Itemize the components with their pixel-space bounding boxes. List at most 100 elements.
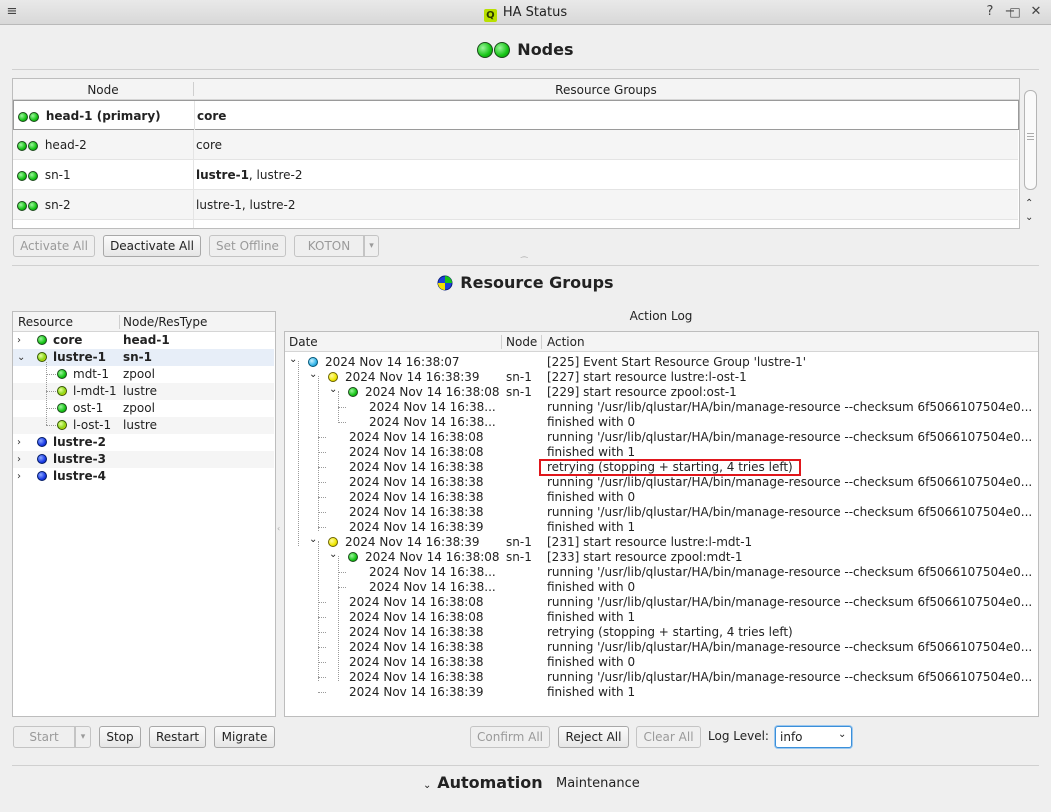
log-row[interactable]: 2024 Nov 14 16:38:08 finished with 1 (285, 445, 1035, 460)
log-date: 2024 Nov 14 16:38:39 (349, 520, 484, 534)
log-row[interactable]: 2024 Nov 14 16:38:38 finished with 0 (285, 490, 1035, 505)
maximize-icon[interactable]: □ (1007, 4, 1023, 20)
start-dropdown-icon[interactable]: ▾ (75, 726, 91, 748)
column-header-action[interactable]: Action (547, 335, 585, 349)
node-row-head-1[interactable]: head-1 (primary) core (13, 100, 1019, 131)
resource-tree-row[interactable]: l-ost-1 lustre (13, 417, 274, 434)
log-date: 2024 Nov 14 16:38... (369, 565, 496, 579)
column-header-node[interactable]: Node (506, 335, 537, 349)
log-row[interactable]: 2024 Nov 14 16:38:38 retrying (stopping +… (285, 625, 1035, 640)
node-row-sn-2[interactable]: sn-2 lustre-1, lustre-2 (13, 190, 1018, 220)
collapse-arrow-icon[interactable]: ⌄ (309, 532, 317, 547)
collapse-arrow-icon[interactable]: ⌄ (329, 547, 337, 562)
log-row[interactable]: 2024 Nov 14 16:38:38 running '/usr/lib/ql… (285, 670, 1035, 685)
resource-name: ost-1 (73, 401, 104, 415)
resource-tree-row[interactable]: › lustre-3 (13, 451, 274, 468)
log-row[interactable]: 2024 Nov 14 16:38... finished with 0 (285, 580, 1035, 595)
clear-all-button[interactable]: Clear All (636, 726, 701, 748)
column-header-date[interactable]: Date (289, 335, 318, 349)
koton-dropdown-icon[interactable]: ▾ (364, 235, 379, 257)
splitter-handle-vertical[interactable]: ‹ (277, 524, 281, 533)
resource-tree-row[interactable]: ost-1 zpool (13, 400, 274, 417)
scrollbar-handle[interactable] (1024, 90, 1037, 190)
log-row[interactable]: 2024 Nov 14 16:38:38 running '/usr/lib/ql… (285, 505, 1035, 520)
migrate-button[interactable]: Migrate (214, 726, 275, 748)
log-action: retrying (stopping + starting, 4 tries l… (547, 625, 793, 639)
resource-type: zpool (123, 367, 155, 381)
log-row[interactable]: 2024 Nov 14 16:38:38 running '/usr/lib/ql… (285, 640, 1035, 655)
resource-tree-row[interactable]: l-mdt-1 lustre (13, 383, 274, 400)
resource-tree-row[interactable]: mdt-1 zpool (13, 366, 274, 383)
nodes-scrollbar[interactable]: ⌃ ⌄ (1022, 78, 1039, 229)
log-node: sn-1 (506, 385, 532, 399)
close-icon[interactable]: ✕ (1028, 4, 1044, 20)
action-log-title: Action Log (629, 309, 693, 323)
log-action: finished with 0 (547, 655, 636, 669)
log-date: 2024 Nov 14 16:38:38 (349, 460, 484, 474)
collapse-arrow-icon[interactable]: ⌄ (309, 367, 317, 382)
log-row[interactable]: 2024 Nov 14 16:38:08 finished with 1 (285, 610, 1035, 625)
expand-arrow-icon[interactable]: › (17, 451, 21, 468)
node-row-head-2[interactable]: head-2 core (13, 130, 1018, 160)
koton-button[interactable]: KOTON (294, 235, 364, 257)
confirm-all-button[interactable]: Confirm All (470, 726, 550, 748)
automation-toggle[interactable]: ⌄ Automation (423, 773, 543, 792)
log-row[interactable]: 2024 Nov 14 16:38... finished with 0 (285, 415, 1035, 430)
expand-arrow-icon[interactable]: › (17, 434, 21, 451)
collapse-arrow-icon[interactable]: ⌄ (289, 352, 297, 367)
expand-arrow-icon[interactable]: › (17, 332, 21, 349)
log-row[interactable]: ⌄ 2024 Nov 14 16:38:07 [225] Event Start R… (285, 352, 1035, 370)
log-row[interactable]: 2024 Nov 14 16:38:38 running '/usr/lib/ql… (285, 475, 1035, 490)
tree-connector (318, 647, 326, 648)
chevron-down-icon: ⌄ (423, 780, 432, 791)
activate-all-button[interactable]: Activate All (13, 235, 95, 257)
start-button[interactable]: Start (13, 726, 75, 748)
log-row[interactable]: 2024 Nov 14 16:38:39 finished with 1 (285, 685, 1035, 700)
log-date: 2024 Nov 14 16:38:08 (349, 430, 484, 444)
resource-tree-row[interactable]: › lustre-2 (13, 434, 274, 451)
window-title-text: HA Status (502, 5, 568, 20)
resource-tree-row[interactable]: › lustre-4 (13, 468, 274, 485)
log-date: 2024 Nov 14 16:38:38 (349, 475, 484, 489)
log-level-select[interactable]: info ⌄ (775, 726, 852, 748)
set-offline-button[interactable]: Set Offline (209, 235, 286, 257)
log-row[interactable]: 2024 Nov 14 16:38:08 running '/usr/lib/ql… (285, 595, 1035, 610)
log-row[interactable]: 2024 Nov 14 16:38... running '/usr/lib/ql… (285, 565, 1035, 580)
column-header-node-restype[interactable]: Node/ResType (123, 315, 207, 329)
log-row[interactable]: 2024 Nov 14 16:38:38 retrying (stopping +… (285, 459, 1035, 476)
log-date: 2024 Nov 14 16:38:38 (349, 670, 484, 684)
resource-tree-header: Resource Node/ResType (13, 312, 275, 332)
log-row[interactable]: 2024 Nov 14 16:38... running '/usr/lib/ql… (285, 400, 1035, 415)
help-icon[interactable]: ? (982, 4, 998, 20)
expand-arrow-icon[interactable]: › (17, 468, 21, 485)
resource-tree-row[interactable]: › core head-1 (13, 332, 274, 349)
scroll-up-icon[interactable]: ⌃ (1025, 198, 1033, 209)
log-row[interactable]: ⌄ 2024 Nov 14 16:38:39 sn-1 [227] start res… (285, 367, 1035, 385)
tree-connector (318, 512, 326, 513)
log-status-icon (328, 537, 338, 547)
resource-status-icon (57, 369, 67, 379)
reject-all-button[interactable]: Reject All (558, 726, 629, 748)
log-action: [229] start resource zpool:ost-1 (547, 385, 737, 399)
column-header-node[interactable]: Node (13, 83, 193, 97)
column-header-resource-groups[interactable]: Resource Groups (193, 83, 1019, 97)
log-row[interactable]: ⌄ 2024 Nov 14 16:38:08 sn-1 [233] start res… (285, 547, 1035, 565)
tree-connector (318, 467, 326, 468)
collapse-arrow-icon[interactable]: ⌄ (329, 382, 337, 397)
resource-tree-row[interactable]: ⌄ lustre-1 sn-1 (13, 349, 274, 366)
node-status-icon (17, 200, 27, 211)
log-date: 2024 Nov 14 16:38... (369, 400, 496, 414)
log-row[interactable]: 2024 Nov 14 16:38:08 running '/usr/lib/ql… (285, 430, 1035, 445)
stop-button[interactable]: Stop (99, 726, 141, 748)
node-status-icon (494, 41, 511, 58)
log-row[interactable]: ⌄ 2024 Nov 14 16:38:08 sn-1 [229] start res… (285, 382, 1035, 400)
collapse-arrow-icon[interactable]: ⌄ (17, 349, 25, 366)
log-row[interactable]: 2024 Nov 14 16:38:38 finished with 0 (285, 655, 1035, 670)
column-header-resource[interactable]: Resource (18, 315, 73, 329)
deactivate-all-button[interactable]: Deactivate All (103, 235, 201, 257)
log-row[interactable]: ⌄ 2024 Nov 14 16:38:39 sn-1 [231] start res… (285, 532, 1035, 550)
scroll-down-icon[interactable]: ⌄ (1025, 212, 1033, 223)
restart-button[interactable]: Restart (149, 726, 206, 748)
node-row-sn-1[interactable]: sn-1 lustre-1, lustre-2 (13, 160, 1018, 190)
log-row[interactable]: 2024 Nov 14 16:38:39 finished with 1 (285, 520, 1035, 535)
